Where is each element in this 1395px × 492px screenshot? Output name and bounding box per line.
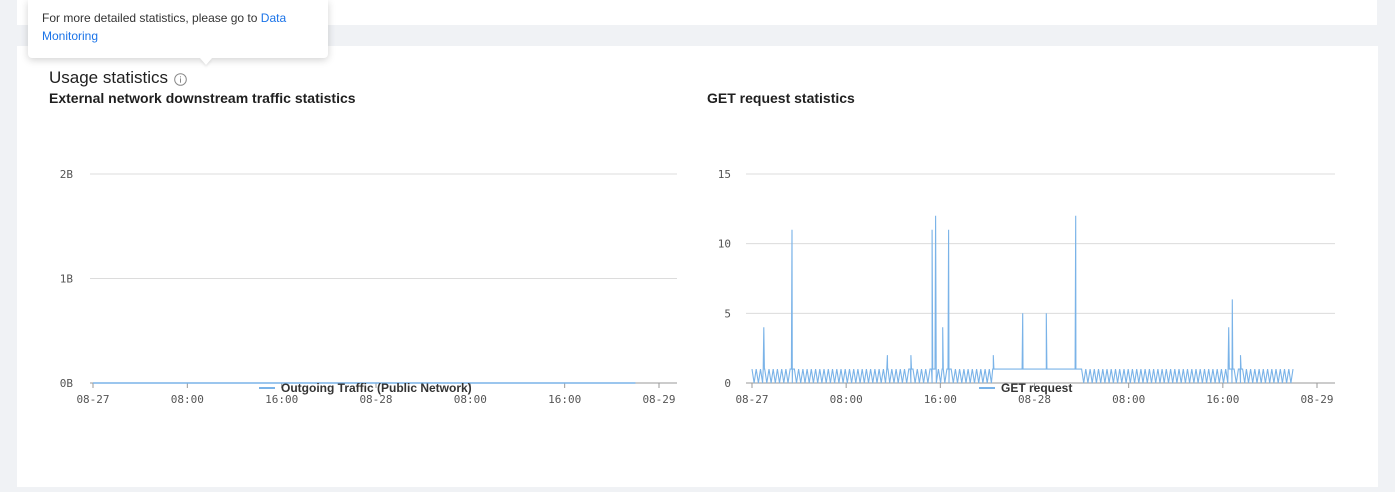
y-tick-label: 15: [718, 168, 731, 181]
y-tick-label: 0: [724, 377, 731, 390]
legend-label: GET request: [1001, 381, 1073, 395]
y-tick-label: 5: [724, 307, 731, 320]
x-tick-label: 08:00: [830, 393, 863, 406]
tooltip-arrow: [200, 58, 212, 65]
x-tick-label: 16:00: [1206, 393, 1239, 406]
x-tick-label: 08-27: [735, 393, 768, 406]
info-tooltip: For more detailed statistics, please go …: [28, 0, 328, 65]
x-tick-label: 08-29: [1300, 393, 1333, 406]
series-line: [751, 215, 1294, 384]
get-request-chart-legend[interactable]: GET request: [979, 381, 1072, 395]
x-tick-label: 16:00: [924, 393, 957, 406]
x-tick-label: 08:00: [1112, 393, 1145, 406]
legend-swatch: [979, 387, 995, 389]
tooltip-text: For more detailed statistics, please go …: [42, 11, 261, 25]
y-tick-label: 10: [718, 238, 731, 251]
get-request-chart: 15105008-27 08:00 16:00 08-28 08:00 16:00 08-2…: [718, 168, 1335, 406]
